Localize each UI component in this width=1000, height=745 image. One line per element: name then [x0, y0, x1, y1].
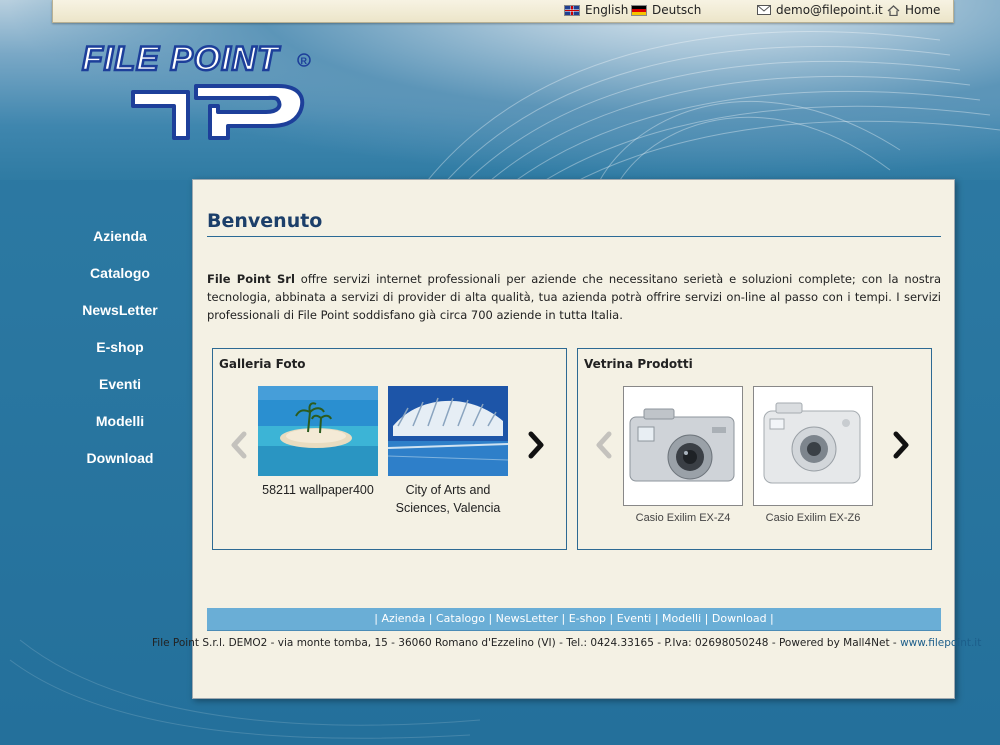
products-title: Vetrina Prodotti [584, 357, 693, 371]
main-content: Benvenuto File Point Srl offre servizi i… [192, 179, 955, 699]
deutsch-label: Deutsch [652, 3, 702, 17]
home-link[interactable]: Home [887, 3, 940, 17]
svg-text:R: R [301, 56, 308, 66]
gallery-photo-island[interactable] [258, 386, 378, 476]
nav-item-download[interactable]: Download [60, 448, 180, 485]
title-divider [207, 236, 941, 237]
footer-link-download[interactable]: Download [712, 612, 767, 625]
logo-text: FILE POINT [82, 40, 281, 78]
lang-english-link[interactable]: English [564, 3, 628, 17]
footer-link-bar: | Azienda | Catalogo | NewsLetter | E-sh… [207, 608, 941, 631]
nav-item-eventi[interactable]: Eventi [60, 374, 180, 411]
footer-link-newsletter[interactable]: NewsLetter [496, 612, 558, 625]
intro-text: File Point Srl offre servizi internet pr… [207, 270, 941, 324]
nav-item-catalogo[interactable]: Catalogo [60, 263, 180, 300]
product-image-camera-2[interactable] [753, 386, 873, 506]
lang-deutsch-link[interactable]: Deutsch [631, 3, 701, 17]
website-link[interactable]: www.filepoint.it [900, 637, 981, 649]
footer-address: File Point S.r.l. DEMO2 - via monte tomb… [152, 637, 981, 649]
product-showcase-box: Vetrina Prodotti Casio Exilim EX-Z4 Casi… [577, 348, 932, 550]
email-link[interactable]: demo@filepoint.it [757, 3, 883, 17]
top-bar: English Deutsch demo@filepoint.it Home [52, 0, 954, 23]
gallery-photo-valencia[interactable] [388, 386, 508, 476]
home-icon [887, 4, 900, 16]
gallery-caption-1[interactable]: 58211 wallpaper400 [253, 481, 383, 499]
email-label: demo@filepoint.it [776, 3, 883, 17]
footer-link-eventi[interactable]: Eventi [617, 612, 652, 625]
product-caption-2[interactable]: Casio Exilim EX-Z6 [748, 509, 878, 521]
english-label: English [585, 3, 629, 17]
product-caption-1[interactable]: Casio Exilim EX-Z4 [618, 509, 748, 521]
filepoint-logo[interactable]: FILE POINT R [78, 40, 318, 145]
address-text: File Point S.r.l. DEMO2 - via monte tomb… [152, 637, 901, 649]
gallery-prev-arrow-icon[interactable] [228, 431, 250, 459]
product-image-camera-1[interactable] [623, 386, 743, 506]
footer-link-eshop[interactable]: E-shop [569, 612, 606, 625]
gallery-next-arrow-icon[interactable] [525, 431, 547, 459]
footer-link-catalogo[interactable]: Catalogo [436, 612, 485, 625]
nav-item-newsletter[interactable]: NewsLetter [60, 300, 180, 337]
nav-item-eshop[interactable]: E-shop [60, 337, 180, 374]
sidebar-nav: Azienda Catalogo NewsLetter E-shop Event… [60, 226, 180, 485]
nav-item-azienda[interactable]: Azienda [60, 226, 180, 263]
gallery-title: Galleria Foto [219, 357, 306, 371]
nav-item-modelli[interactable]: Modelli [60, 411, 180, 448]
products-prev-arrow-icon[interactable] [593, 431, 615, 459]
footer-link-modelli[interactable]: Modelli [662, 612, 701, 625]
home-label: Home [905, 3, 941, 17]
gallery-caption-2[interactable]: City of Arts and Sciences, Valencia [383, 481, 513, 517]
page-title: Benvenuto [207, 210, 323, 232]
german-flag-icon [631, 4, 647, 16]
intro-company: File Point Srl [207, 272, 295, 286]
footer-link-azienda[interactable]: Azienda [381, 612, 425, 625]
envelope-icon [757, 5, 771, 15]
intro-body: offre servizi internet professionali per… [207, 272, 942, 322]
products-next-arrow-icon[interactable] [890, 431, 912, 459]
uk-flag-icon [564, 4, 580, 16]
photo-gallery-box: Galleria Foto 58211 wallpaper400 City of… [212, 348, 567, 550]
